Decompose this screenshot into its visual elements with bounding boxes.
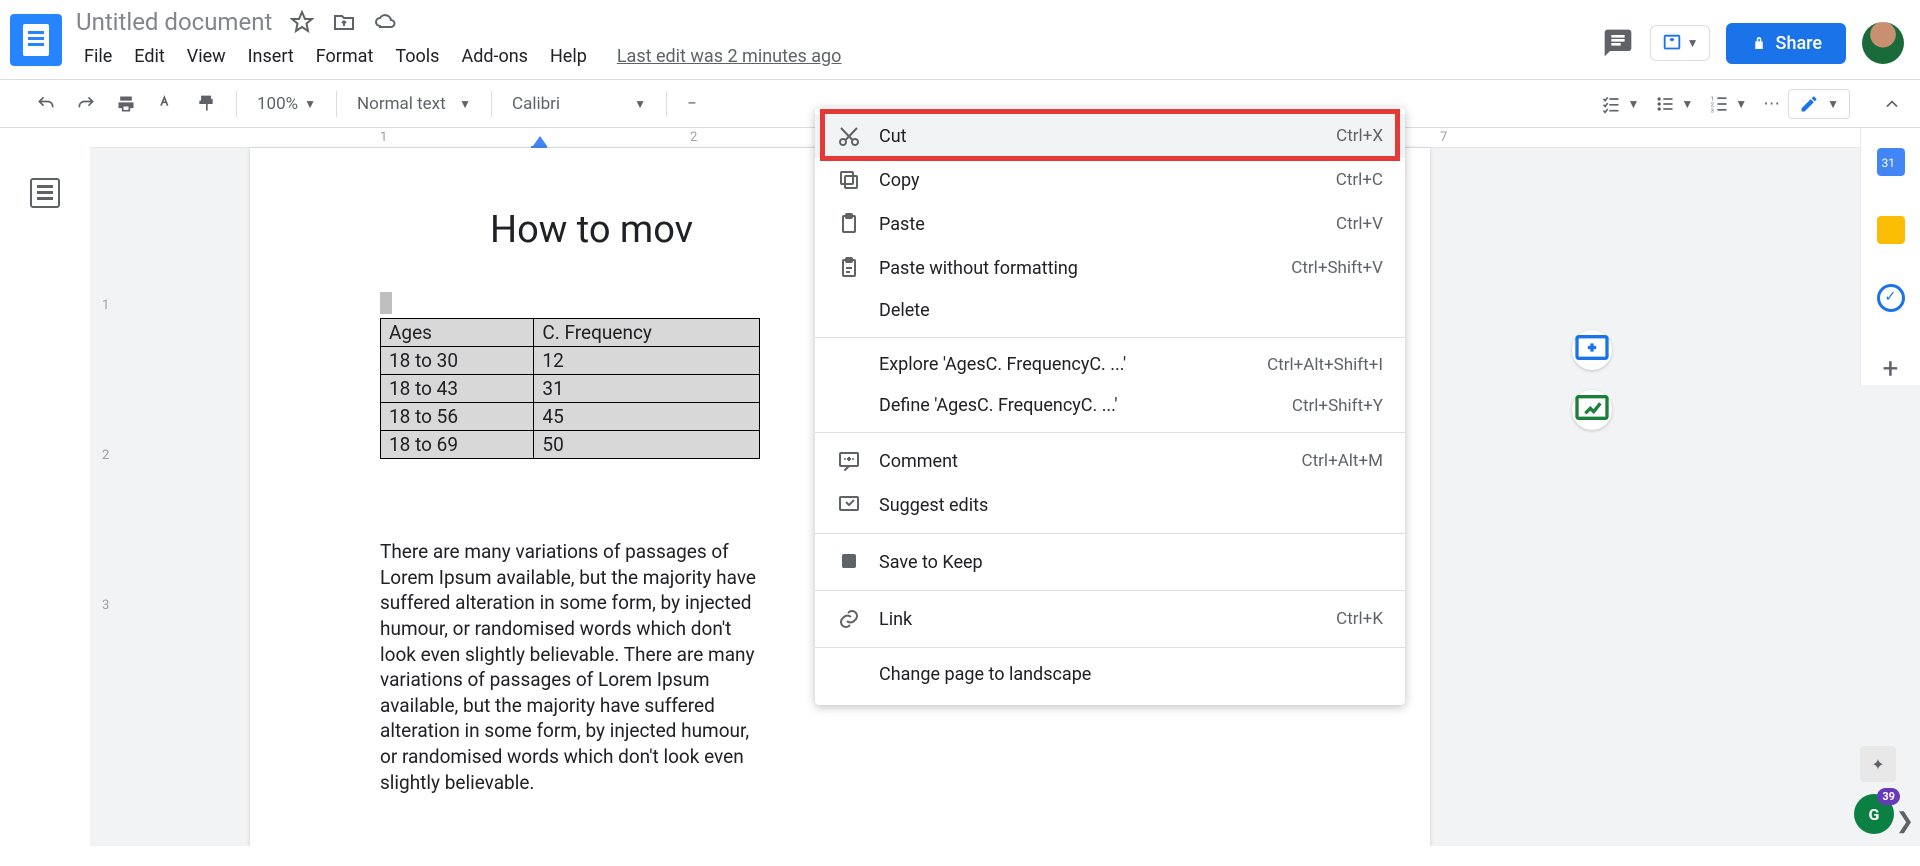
explore-fab[interactable]: ✦	[1860, 746, 1896, 782]
zoom-select[interactable]: 100%▼	[249, 90, 324, 118]
font-size-decrease[interactable]: −	[679, 90, 705, 118]
table-row: 18 to 5645	[381, 403, 760, 431]
get-addons-button[interactable]: +	[1883, 352, 1899, 385]
cloud-status-icon[interactable]	[374, 10, 398, 34]
calendar-addon-button[interactable]	[1877, 148, 1905, 176]
context-menu-paste-plain[interactable]: Paste without formatting Ctrl+Shift+V	[815, 246, 1405, 290]
paragraph: There are many variations of passages of…	[380, 539, 760, 795]
spellcheck-button[interactable]	[148, 90, 184, 118]
context-menu-comment[interactable]: Comment Ctrl+Alt+M	[815, 439, 1405, 483]
bulleted-list-button[interactable]: ▼	[1647, 90, 1701, 118]
share-button[interactable]: Share	[1726, 23, 1846, 64]
comment-icon	[837, 449, 861, 473]
more-toolbar-button[interactable]: ⋯	[1755, 90, 1788, 118]
redo-button[interactable]	[68, 90, 104, 118]
account-avatar[interactable]	[1862, 22, 1904, 64]
tasks-addon-button[interactable]	[1877, 284, 1905, 312]
vertical-ruler[interactable]: 1 2 3	[96, 148, 130, 866]
menu-tools[interactable]: Tools	[387, 42, 447, 71]
last-edit-link[interactable]: Last edit was 2 minutes ago	[609, 42, 850, 71]
star-icon[interactable]	[290, 10, 314, 34]
paragraph-style-select[interactable]: Normal text▼	[349, 90, 479, 118]
context-menu-define[interactable]: Define 'AgesC. FrequencyC. ...' Ctrl+Shi…	[815, 385, 1405, 426]
link-icon	[837, 607, 861, 631]
context-menu-keep[interactable]: Save to Keep	[815, 540, 1405, 584]
context-menu: Cut Ctrl+X Copy Ctrl+C Paste Ctrl+V Past…	[815, 108, 1405, 705]
text-cursor	[380, 292, 392, 314]
paste-plain-icon	[837, 256, 861, 280]
context-menu-cut[interactable]: Cut Ctrl+X	[815, 114, 1405, 158]
hide-sidepanel-button[interactable]: ❯	[1896, 809, 1914, 834]
ruler-mark: 3	[102, 598, 109, 613]
document-title[interactable]: Untitled document	[76, 8, 272, 36]
table-row: 18 to 3012	[381, 347, 760, 375]
collapse-toolbar-button[interactable]	[1874, 90, 1910, 118]
table-header: Ages	[381, 319, 534, 347]
keep-addon-button[interactable]	[1877, 216, 1905, 244]
print-button[interactable]	[108, 90, 144, 118]
menu-insert[interactable]: Insert	[240, 42, 302, 71]
menu-addons[interactable]: Add-ons	[453, 42, 536, 71]
checklist-button[interactable]: ▼	[1593, 90, 1647, 118]
move-icon[interactable]	[332, 10, 356, 34]
ruler-mark: 1	[380, 130, 387, 145]
menu-separator	[815, 432, 1405, 433]
numbered-list-button[interactable]: 123▼	[1701, 90, 1755, 118]
paste-icon	[837, 212, 861, 236]
menu-file[interactable]: File	[76, 42, 120, 71]
context-menu-link[interactable]: Link Ctrl+K	[815, 597, 1405, 641]
app-header: Untitled document File Edit View Insert …	[0, 0, 1920, 80]
keep-icon	[837, 550, 861, 574]
menu-separator	[815, 590, 1405, 591]
context-menu-delete[interactable]: Delete	[815, 290, 1405, 331]
table-header: C. Frequency	[534, 319, 760, 347]
indent-marker-icon[interactable]	[533, 136, 547, 146]
menu-format[interactable]: Format	[308, 42, 382, 71]
menu-view[interactable]: View	[179, 42, 234, 71]
undo-button[interactable]	[28, 90, 64, 118]
menu-help[interactable]: Help	[542, 42, 595, 71]
paint-format-button[interactable]	[188, 90, 224, 118]
docs-logo[interactable]	[10, 14, 62, 66]
ruler-mark: 2	[690, 130, 697, 145]
context-menu-explore[interactable]: Explore 'AgesC. FrequencyC. ...' Ctrl+Al…	[815, 344, 1405, 385]
svg-text:3: 3	[1711, 108, 1714, 114]
suggest-icon	[837, 493, 861, 517]
ruler-mark: 2	[102, 448, 109, 463]
suggest-edits-button[interactable]	[1572, 390, 1612, 430]
grammarly-badge[interactable]: G39	[1854, 794, 1894, 834]
context-menu-paste[interactable]: Paste Ctrl+V	[815, 202, 1405, 246]
ruler-mark: 1	[102, 298, 109, 313]
font-select[interactable]: Calibri▼	[504, 90, 654, 118]
comments-icon[interactable]	[1602, 27, 1634, 59]
menu-separator	[815, 647, 1405, 648]
side-panel: +	[1860, 128, 1920, 385]
menu-separator	[815, 337, 1405, 338]
copy-icon	[837, 168, 861, 192]
badge-count: 39	[1877, 788, 1900, 805]
present-button[interactable]: ▼	[1650, 25, 1710, 61]
menu-separator	[815, 533, 1405, 534]
share-label: Share	[1776, 33, 1822, 54]
context-menu-suggest[interactable]: Suggest edits	[815, 483, 1405, 527]
context-menu-landscape[interactable]: Change page to landscape	[815, 654, 1405, 695]
document-outline-button[interactable]	[30, 178, 60, 208]
editing-mode-button[interactable]: ▼	[1788, 89, 1850, 119]
cut-icon	[837, 124, 861, 148]
table-row: 18 to 4331	[381, 375, 760, 403]
data-table[interactable]: AgesC. Frequency 18 to 3012 18 to 4331 1…	[380, 318, 760, 459]
table-row: 18 to 6950	[381, 431, 760, 459]
add-comment-button[interactable]	[1572, 330, 1612, 370]
context-menu-copy[interactable]: Copy Ctrl+C	[815, 158, 1405, 202]
menu-edit[interactable]: Edit	[126, 42, 172, 71]
ruler-mark: 7	[1440, 130, 1447, 145]
menu-bar: File Edit View Insert Format Tools Add-o…	[76, 42, 1602, 71]
